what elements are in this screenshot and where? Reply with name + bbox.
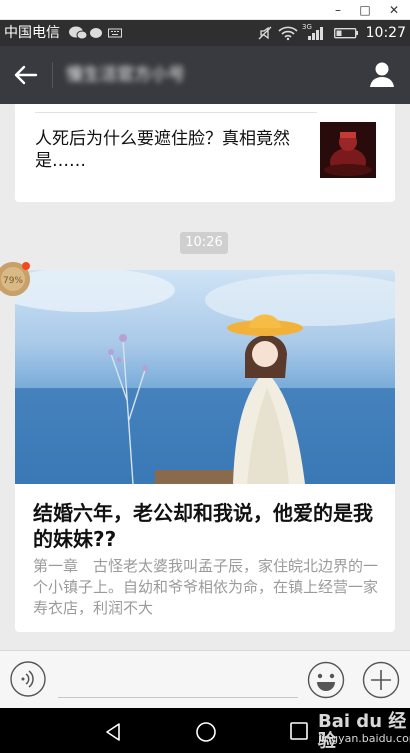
message-notification-icon [89, 25, 103, 41]
avatar-label: 79% [3, 276, 23, 286]
system-recents-icon[interactable] [290, 722, 308, 740]
wifi-icon [278, 25, 298, 41]
voice-input-icon[interactable] [10, 661, 46, 697]
chat-message-list[interactable]: 人死后为什么要遮住脸？真相竟然是…… 10:26 结婚六年，老公却和我说，他爱的… [0, 104, 410, 650]
battery-icon [334, 25, 360, 41]
status-clock: 10:27 [365, 25, 406, 41]
carrier-label: 中国电信 [4, 25, 60, 41]
back-arrow-icon[interactable] [10, 59, 42, 91]
signal-icon [306, 25, 326, 41]
previous-article-card[interactable]: 人死后为什么要遮住脸？真相竟然是…… [15, 104, 395, 202]
close-window-button[interactable]: ✕ [386, 2, 402, 18]
minimize-button[interactable]: – [330, 2, 346, 18]
article-summary: 第一章 古怪老太婆我叫孟子辰，家住皖北边界的一个小镇子上。自幼和爷爷相依为命，在… [33, 557, 379, 617]
header-divider [52, 62, 53, 88]
status-bar: 中国电信 3G 10:27 [0, 20, 410, 46]
system-home-icon[interactable] [195, 721, 217, 743]
article-cover-image[interactable] [15, 270, 395, 484]
previous-article-thumbnail[interactable] [320, 122, 376, 178]
plus-icon[interactable] [362, 661, 400, 699]
chat-input-bar [0, 650, 410, 708]
card-divider [35, 112, 317, 113]
article-message-card[interactable]: 结婚六年，老公却和我说，他爱的是我的妹妹?? 第一章 古怪老太婆我叫孟子辰，家住… [15, 270, 395, 632]
chat-header: 慢生活官方小号 [0, 46, 410, 104]
chat-title: 慢生活官方小号 [66, 65, 185, 85]
emoji-icon[interactable] [307, 661, 345, 699]
unread-dot [22, 262, 30, 270]
message-timestamp: 10:26 [180, 232, 228, 254]
system-back-icon[interactable] [102, 721, 124, 743]
keyboard-icon [108, 25, 122, 41]
mute-icon [258, 25, 272, 41]
maximize-button[interactable]: □ [357, 2, 373, 18]
message-input[interactable] [58, 697, 298, 698]
previous-article-title[interactable]: 人死后为什么要遮住脸？真相竟然是…… [35, 128, 305, 172]
baidu-watermark-url: jingyan.baidu.com [318, 732, 410, 745]
article-title[interactable]: 结婚六年，老公却和我说，他爱的是我的妹妹?? [33, 500, 383, 552]
profile-icon[interactable] [364, 58, 400, 92]
system-navigation-bar: Bai du 经验 jingyan.baidu.com [0, 708, 410, 753]
window-title-bar: – □ ✕ [0, 0, 410, 20]
wechat-notification-icon [68, 25, 88, 41]
